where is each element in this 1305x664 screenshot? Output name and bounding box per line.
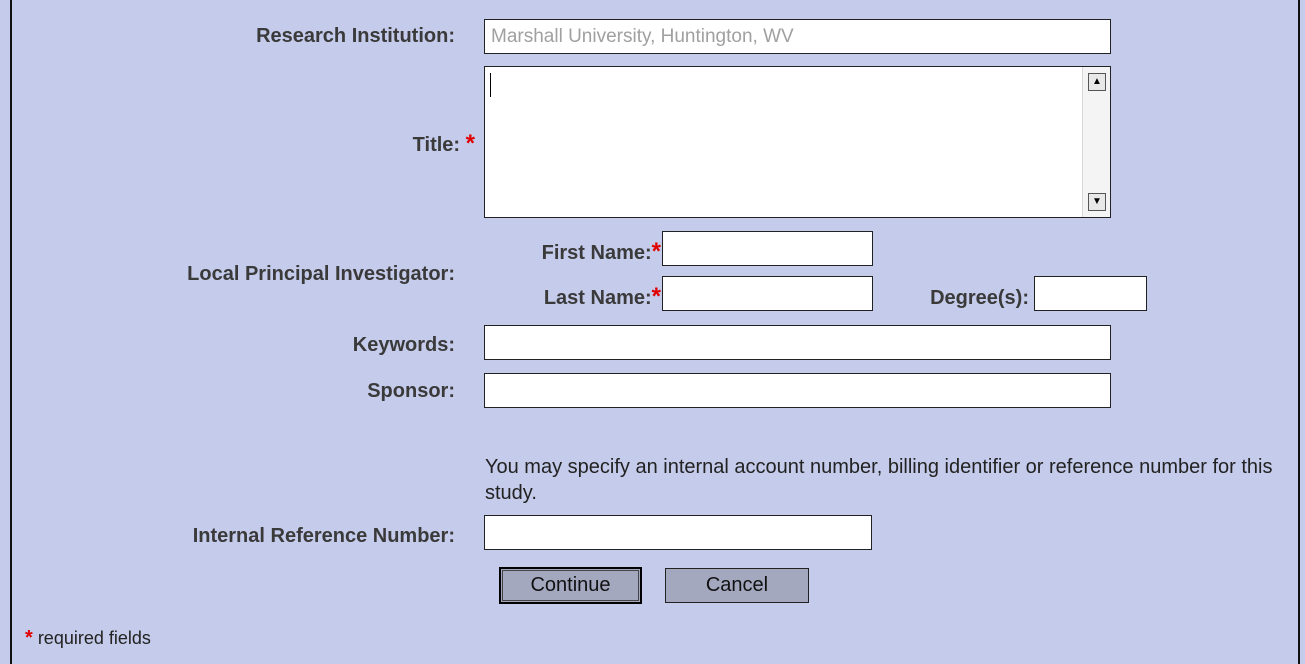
last-name-label: Last Name:* [544,283,661,311]
scroll-down-icon[interactable]: ▼ [1088,193,1106,211]
required-note: * required fields [25,627,151,650]
first-name-label: First Name:* [542,238,661,266]
scroll-up-icon[interactable]: ▲ [1088,73,1106,91]
continue-button[interactable]: Continue [499,567,642,604]
sponsor-label: Sponsor: [367,380,455,402]
reference-number-field[interactable] [484,515,872,550]
required-star: * [651,283,661,310]
reference-note: You may specify an internal account numb… [485,456,1273,504]
institution-field[interactable] [484,19,1111,54]
required-star: * [465,130,475,157]
last-name-label-text: Last Name: [543,287,652,309]
keywords-label: Keywords: [352,334,455,356]
required-note-text: required fields [37,628,151,648]
pi-label: Local Principal Investigator: [187,263,455,285]
title-label: Title: * [413,130,475,158]
title-scrollbar[interactable]: ▲ ▼ [1082,67,1110,217]
title-textarea[interactable]: ▲ ▼ [484,66,1111,218]
institution-label: Research Institution: [256,25,455,47]
degrees-field[interactable] [1034,276,1147,311]
degrees-label: Degree(s): [930,287,1029,309]
text-caret [490,73,491,97]
first-name-field[interactable] [662,231,873,266]
cancel-button[interactable]: Cancel [665,568,809,603]
title-label-text: Title: [412,134,461,156]
reference-label: Internal Reference Number: [192,525,455,547]
required-star: * [651,238,661,265]
keywords-field[interactable] [484,325,1111,360]
first-name-label-text: First Name: [541,242,652,264]
last-name-field[interactable] [662,276,873,311]
sponsor-field[interactable] [484,373,1111,408]
required-star: * [25,627,33,649]
